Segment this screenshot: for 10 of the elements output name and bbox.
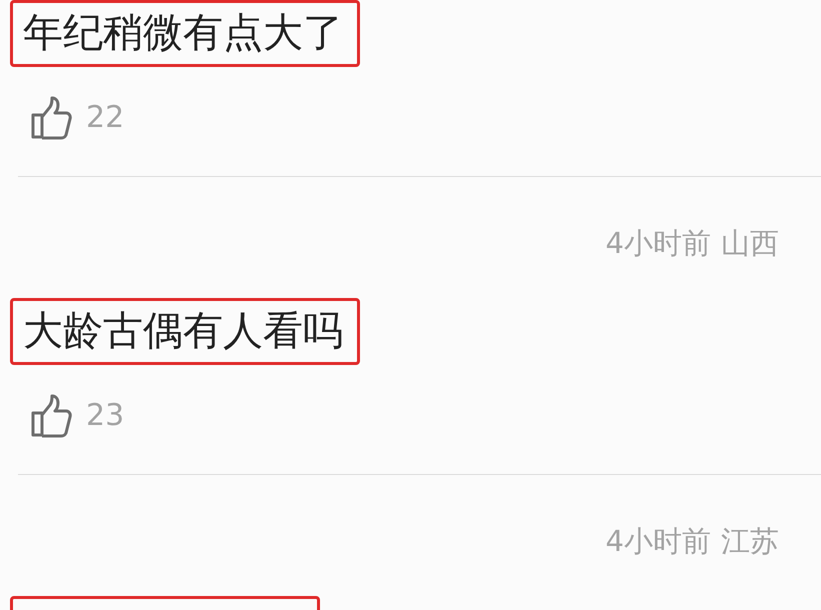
comment-location: 山西	[721, 225, 779, 261]
comment-text: 大龄古偶有人看吗	[10, 298, 360, 365]
thumbs-up-icon[interactable]	[30, 392, 74, 438]
comment-text: 年纪稍微有点大了	[10, 0, 360, 67]
like-count: 23	[86, 398, 124, 433]
thumbs-up-icon[interactable]	[30, 94, 74, 140]
comment-time: 4小时前	[606, 523, 711, 559]
like-count: 22	[86, 100, 124, 135]
comment-time: 4小时前	[606, 225, 711, 261]
comment-location: 江苏	[721, 523, 779, 559]
